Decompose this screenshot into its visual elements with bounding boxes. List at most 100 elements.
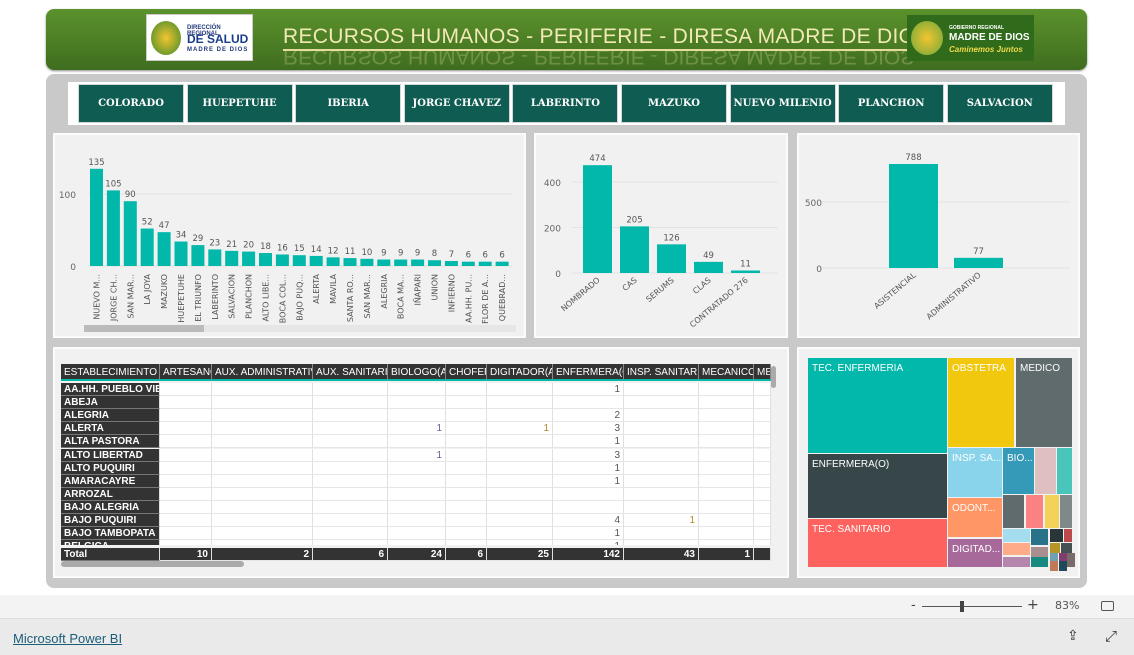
bar[interactable] xyxy=(208,249,222,266)
bar[interactable] xyxy=(360,258,374,266)
bar[interactable] xyxy=(377,259,391,266)
bar[interactable] xyxy=(428,260,441,266)
treemap-tile[interactable]: ENFERMERA(O) xyxy=(808,454,947,518)
table-cell: 1 xyxy=(388,448,446,462)
table-cell xyxy=(487,396,553,410)
x-tick-label: HUEPETUHE xyxy=(177,274,186,323)
bar[interactable] xyxy=(694,261,723,273)
treemap-tile[interactable] xyxy=(1059,561,1067,571)
table-cell xyxy=(446,540,487,546)
treemap-tile[interactable] xyxy=(1057,448,1072,494)
zoom-in-button[interactable]: + xyxy=(1027,597,1039,613)
table-cell xyxy=(160,514,212,527)
bar[interactable] xyxy=(123,201,137,266)
bar[interactable] xyxy=(343,258,357,266)
table-cell xyxy=(624,422,699,436)
x-tick-label: ALEGRIA xyxy=(380,273,389,308)
bar[interactable] xyxy=(309,255,323,266)
x-tick-label: BOCA MA... xyxy=(397,274,406,319)
treemap-tile[interactable]: ODONT... xyxy=(948,498,1002,537)
treemap-tile[interactable] xyxy=(1050,561,1058,571)
treemap-tile[interactable] xyxy=(1031,557,1048,567)
row-header: BAJO TAMBOPATA xyxy=(61,527,160,541)
bar[interactable] xyxy=(495,261,509,266)
bar[interactable] xyxy=(889,163,938,268)
x-tick-label: UNION xyxy=(431,274,440,300)
bar[interactable] xyxy=(242,251,256,266)
bar[interactable] xyxy=(657,244,686,273)
table-vertical-scrollbar[interactable] xyxy=(771,366,776,388)
bar[interactable] xyxy=(461,261,475,266)
table-cell xyxy=(446,383,487,396)
table-cell xyxy=(754,396,771,410)
treemap-tile[interactable]: BIO... xyxy=(1003,448,1034,494)
treemap-tile[interactable] xyxy=(1067,553,1075,567)
bar[interactable] xyxy=(275,254,289,266)
x-tick-label: SAN MAR... xyxy=(363,274,372,319)
bar[interactable] xyxy=(444,260,458,266)
treemap-tile[interactable] xyxy=(1064,529,1072,542)
bar[interactable] xyxy=(620,226,649,273)
bar[interactable] xyxy=(259,253,272,266)
bar[interactable] xyxy=(411,259,425,266)
bar[interactable] xyxy=(583,165,612,273)
bar[interactable] xyxy=(157,232,171,266)
treemap-tile[interactable] xyxy=(1003,557,1030,567)
x-tick-label: SERUMS xyxy=(644,276,675,304)
treemap-tile[interactable] xyxy=(1060,495,1072,528)
bar[interactable] xyxy=(225,250,239,266)
y-tick-label: 100 xyxy=(59,191,76,201)
zoom-slider-track[interactable] xyxy=(922,606,1022,607)
treemap-tile[interactable]: OBSTETRA xyxy=(948,358,1014,447)
bar[interactable] xyxy=(90,168,103,266)
table-cell xyxy=(313,514,388,527)
treemap-tile[interactable] xyxy=(1035,448,1056,494)
treemap-tile[interactable]: INSP. SA... xyxy=(948,448,1002,497)
x-tick-label: ADMINISTRATIVO xyxy=(925,271,983,322)
table-cell xyxy=(388,409,446,423)
x-tick-label: LABERINTO xyxy=(211,274,220,320)
treemap-tile[interactable] xyxy=(1050,543,1060,553)
table-horizontal-scrollbar[interactable] xyxy=(61,561,244,567)
table-cell xyxy=(212,461,313,475)
table-cell xyxy=(388,540,446,546)
bar[interactable] xyxy=(478,261,492,266)
treemap-tile[interactable] xyxy=(1050,529,1063,542)
treemap-tile[interactable] xyxy=(1031,529,1048,545)
table-cell: 1 xyxy=(553,527,624,541)
table-cell xyxy=(160,527,212,541)
bar[interactable] xyxy=(292,255,306,266)
treemap-tile[interactable] xyxy=(1003,543,1030,555)
table-cell xyxy=(160,409,212,423)
treemap-tile[interactable] xyxy=(1045,495,1059,528)
treemap-tile[interactable] xyxy=(1026,495,1043,528)
bar[interactable] xyxy=(174,241,188,266)
fit-to-page-icon[interactable] xyxy=(1101,601,1114,611)
total-cell: 24 xyxy=(388,548,446,561)
table-cell xyxy=(160,448,212,462)
treemap-tile[interactable]: MEDICO xyxy=(1016,358,1072,447)
treemap-tile[interactable] xyxy=(1003,495,1024,528)
share-icon[interactable]: ⇪ xyxy=(1067,628,1079,644)
bar[interactable] xyxy=(106,190,120,266)
bar[interactable] xyxy=(140,228,154,266)
fullscreen-icon[interactable]: ⤢ xyxy=(1105,627,1117,645)
treemap-tile[interactable]: TEC. SANITARIO xyxy=(808,519,947,567)
x-tick-label: BOCA COL... xyxy=(278,274,287,323)
bar[interactable] xyxy=(191,245,205,266)
power-bi-link[interactable]: Microsoft Power BI xyxy=(13,631,122,646)
bar[interactable] xyxy=(954,257,1003,268)
treemap-tile[interactable] xyxy=(1031,547,1048,557)
treemap-tile[interactable]: TEC. ENFERMERIA xyxy=(808,358,947,453)
data-label: 126 xyxy=(663,233,679,243)
zoom-slider-thumb[interactable] xyxy=(960,601,964,612)
zoom-out-button[interactable]: - xyxy=(911,598,916,613)
treemap-tile[interactable] xyxy=(1061,543,1072,553)
bar[interactable] xyxy=(731,270,760,273)
bar[interactable] xyxy=(394,259,408,266)
chart-horizontal-scrollbar[interactable] xyxy=(84,325,204,332)
treemap-tile[interactable] xyxy=(1003,529,1030,542)
table-cell xyxy=(212,435,313,449)
treemap-tile[interactable]: DIGITAD... xyxy=(948,539,1002,567)
bar[interactable] xyxy=(326,257,340,266)
